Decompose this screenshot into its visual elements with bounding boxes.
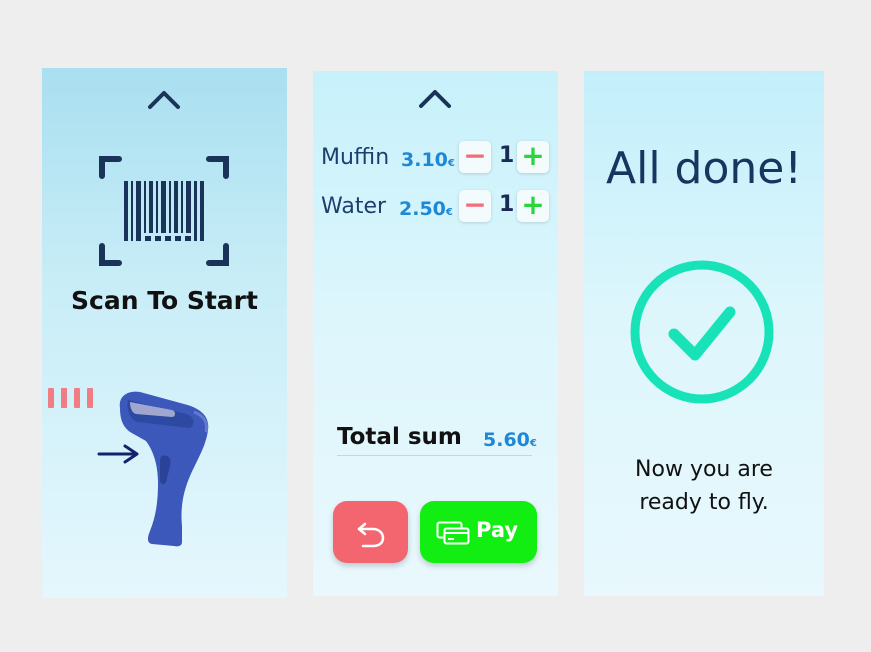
item-qty: 1	[499, 143, 515, 168]
barcode-icon	[99, 156, 229, 266]
cart-screen: Muffin 3.10€ − 1 + Water 2.50€ − 1 + Tot…	[313, 71, 558, 596]
chevron-up-icon[interactable]	[146, 88, 182, 110]
done-message-line2: ready to fly.	[639, 490, 769, 515]
scan-beam-icon	[48, 388, 93, 408]
done-title: All done!	[606, 143, 802, 194]
done-screen: All done! Now you are ready to fly.	[584, 71, 824, 596]
cart-item: Muffin 3.10€ − 1 +	[321, 141, 557, 175]
done-message: Now you are ready to fly.	[584, 453, 824, 519]
decrease-qty-button[interactable]: −	[459, 141, 491, 173]
check-circle-icon	[630, 260, 774, 404]
back-button[interactable]	[333, 501, 408, 563]
scan-screen: Scan To Start	[42, 68, 287, 598]
undo-icon	[357, 522, 385, 548]
done-message-line1: Now you are	[635, 457, 773, 482]
credit-card-icon	[436, 521, 470, 545]
item-name: Muffin	[321, 145, 390, 170]
total-label: Total sum	[337, 424, 462, 450]
scanner-icon	[119, 391, 209, 547]
total-divider	[337, 455, 532, 456]
item-price: 3.10€	[401, 149, 455, 171]
item-name: Water	[321, 194, 387, 219]
item-price: 2.50€	[399, 198, 453, 220]
increase-qty-button[interactable]: +	[517, 190, 549, 222]
pay-label: Pay	[476, 518, 519, 542]
chevron-up-icon[interactable]	[417, 87, 453, 109]
total-value: 5.60€	[483, 429, 537, 451]
scan-title: Scan To Start	[71, 286, 258, 315]
cart-item: Water 2.50€ − 1 +	[321, 190, 557, 224]
item-qty: 1	[499, 192, 515, 217]
increase-qty-button[interactable]: +	[517, 141, 549, 173]
pay-button[interactable]: Pay	[420, 501, 537, 563]
decrease-qty-button[interactable]: −	[459, 190, 491, 222]
